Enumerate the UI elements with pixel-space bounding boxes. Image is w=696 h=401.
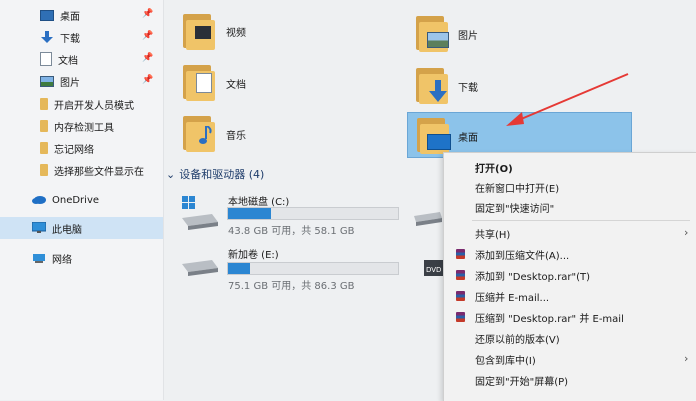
menu-item-add-to-archive[interactable]: 添加到压缩文件(A)... (444, 244, 696, 264)
desktop-folder-icon[interactable] (417, 116, 451, 156)
winrar-icon (456, 249, 465, 259)
menu-item-compress-desktop-rar-email[interactable]: 压缩到 "Desktop.rar" 并 E-mail (444, 307, 696, 327)
dvd-drive-icon[interactable]: DVD (422, 256, 444, 282)
drive-c-name[interactable]: 本地磁盘 (C:) (228, 193, 289, 208)
pin-icon: 📌 (142, 31, 154, 41)
downloads-folder-icon[interactable] (416, 66, 450, 106)
folder-label-pictures[interactable]: 图片 (458, 27, 478, 42)
document-icon (196, 73, 212, 93)
annotation-arrow (506, 73, 629, 126)
menu-item-compress-email[interactable]: 压缩并 E-mail... (444, 286, 696, 306)
folder-label-videos[interactable]: 视频 (226, 24, 246, 39)
document-icon (40, 52, 52, 66)
folder-icon (40, 98, 48, 110)
winrar-icon (456, 291, 465, 301)
chevron-right-icon: › (684, 352, 689, 365)
sidebar-item-network[interactable]: 网络 (0, 248, 163, 268)
drive-c-usage-fill (228, 208, 271, 219)
menu-item-share[interactable]: 共享(H) › (444, 223, 696, 243)
svg-text:DVD: DVD (426, 266, 441, 274)
drive-e-space: 75.1 GB 可用，共 86.3 GB (228, 281, 355, 292)
sidebar-item-label: OneDrive (52, 194, 100, 206)
folder-icon (40, 142, 48, 154)
sidebar-item-onedrive[interactable]: OneDrive (0, 190, 163, 210)
chevron-down-icon: ⌄ (166, 168, 176, 181)
film-icon (195, 26, 211, 39)
menu-item-add-to-desktop-rar[interactable]: 添加到 "Desktop.rar"(T) (444, 265, 696, 285)
hard-drive-icon (182, 260, 218, 276)
sidebar-item-folder-select-files[interactable]: 选择那些文件显示在 (0, 160, 163, 180)
sidebar-item-label: 桌面 (60, 11, 80, 23)
chevron-right-icon: › (684, 226, 689, 239)
menu-item-restore-previous[interactable]: 还原以前的版本(V) (444, 328, 696, 348)
sidebar-item-label: 内存检测工具 (54, 122, 114, 134)
context-menu: 打开(O) 在新窗口中打开(E) 固定到"快速访问" 共享(H) › 添加到压缩… (443, 152, 696, 401)
folder-icon (40, 120, 48, 132)
documents-folder-icon[interactable] (183, 63, 217, 103)
menu-item-pin-to-start[interactable]: 固定到"开始"屏幕(P) (444, 370, 696, 390)
devices-section-header[interactable]: ⌄ 设备和驱动器 (4) (166, 166, 264, 182)
sidebar-item-label: 此电脑 (52, 224, 82, 236)
folder-label-downloads[interactable]: 下载 (458, 79, 478, 94)
videos-folder-icon[interactable] (183, 12, 217, 52)
sidebar-item-folder-dev-mode[interactable]: 开启开发人员模式 (0, 94, 163, 114)
pictures-folder-icon[interactable] (416, 14, 450, 54)
music-folder-icon[interactable] (183, 114, 217, 154)
pin-icon: 📌 (142, 9, 154, 19)
windows-drive-icon (182, 196, 218, 230)
drive-c-space: 43.8 GB 可用，共 58.1 GB (228, 226, 355, 237)
folder-label-desktop[interactable]: 桌面 (458, 129, 478, 144)
folder-label-music[interactable]: 音乐 (226, 127, 246, 142)
sidebar-item-downloads[interactable]: 下载 📌 (0, 27, 163, 47)
cloud-icon (32, 194, 46, 206)
menu-separator (472, 220, 690, 221)
drive-e-usage-bar (227, 262, 399, 275)
pin-icon: 📌 (142, 75, 154, 85)
menu-item-include-in-library[interactable]: 包含到库中(I) › (444, 349, 696, 369)
sidebar-item-pictures[interactable]: 图片 📌 (0, 71, 163, 91)
sidebar-item-label: 图片 (60, 77, 80, 89)
winrar-icon (456, 312, 465, 322)
sidebar-item-label: 网络 (52, 254, 72, 266)
winrar-icon (456, 270, 465, 280)
computer-icon (31, 221, 47, 234)
sidebar-item-this-pc[interactable]: 此电脑 (0, 217, 163, 239)
network-icon (32, 252, 46, 264)
menu-item-open[interactable]: 打开(O) (444, 157, 696, 177)
drive-c-usage-bar (227, 207, 399, 220)
drive-e-icon[interactable] (180, 250, 220, 286)
devices-header-label: 设备和驱动器 (4) (179, 168, 265, 181)
desktop-icon (427, 134, 451, 150)
folder-label-documents[interactable]: 文档 (226, 76, 246, 91)
menu-item-open-new-window[interactable]: 在新窗口中打开(E) (444, 177, 696, 197)
sidebar-item-label: 开启开发人员模式 (54, 100, 134, 112)
music-note-icon (199, 126, 212, 144)
sidebar-item-label: 忘记网络 (54, 144, 94, 156)
download-arrow-icon (429, 80, 447, 102)
drive-c-icon[interactable] (180, 196, 220, 232)
download-arrow-icon (40, 31, 54, 43)
navigation-pane: 桌面 📌 下载 📌 文档 📌 图片 📌 开启开发人员模式 内存检测工具 忘记网络… (0, 0, 164, 400)
pin-icon: 📌 (142, 53, 154, 63)
menu-item-pin-quick-access[interactable]: 固定到"快速访问" (444, 197, 696, 217)
sidebar-item-label: 选择那些文件显示在 (54, 166, 144, 178)
sidebar-item-documents[interactable]: 文档 📌 (0, 49, 163, 69)
picture-icon (427, 32, 449, 48)
sidebar-item-label: 文档 (58, 55, 78, 67)
desktop-icon (40, 9, 54, 21)
sidebar-item-folder-memory-tool[interactable]: 内存检测工具 (0, 116, 163, 136)
sidebar-item-label: 下载 (60, 33, 80, 45)
drive-e-usage-fill (228, 263, 251, 274)
picture-icon (40, 75, 54, 87)
sidebar-item-folder-forget-network[interactable]: 忘记网络 (0, 138, 163, 158)
folder-icon (40, 164, 48, 176)
drive-e-name[interactable]: 新加卷 (E:) (228, 246, 279, 261)
drive-icon-partial[interactable] (414, 210, 442, 226)
sidebar-item-desktop[interactable]: 桌面 📌 (0, 5, 163, 25)
